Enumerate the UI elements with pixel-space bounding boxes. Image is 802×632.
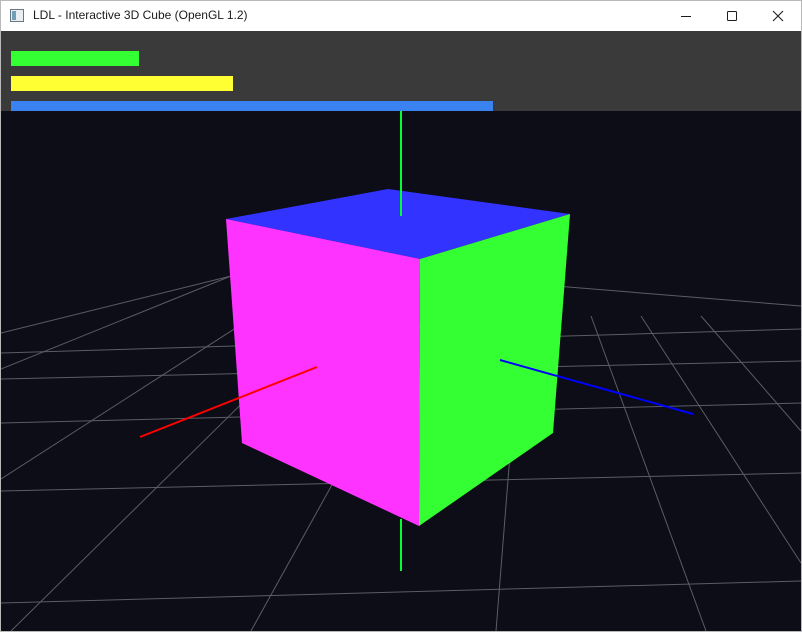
app-window-icon xyxy=(10,9,24,22)
app-window: LDL - Interactive 3D Cube (OpenGL 1.2) xyxy=(0,0,802,632)
minimize-icon xyxy=(681,16,691,17)
close-icon xyxy=(772,10,784,22)
green-bar xyxy=(11,51,139,66)
hud-panel xyxy=(1,31,801,111)
maximize-icon xyxy=(727,11,737,21)
window-title: LDL - Interactive 3D Cube (OpenGL 1.2) xyxy=(33,8,248,22)
yellow-bar xyxy=(11,76,233,91)
opengl-viewport[interactable] xyxy=(1,111,801,631)
minimize-button[interactable] xyxy=(663,1,709,31)
scene-canvas[interactable] xyxy=(1,111,801,631)
blue-bar xyxy=(11,101,493,111)
title-bar[interactable]: LDL - Interactive 3D Cube (OpenGL 1.2) xyxy=(1,1,801,31)
close-button[interactable] xyxy=(755,1,801,31)
maximize-button[interactable] xyxy=(709,1,755,31)
